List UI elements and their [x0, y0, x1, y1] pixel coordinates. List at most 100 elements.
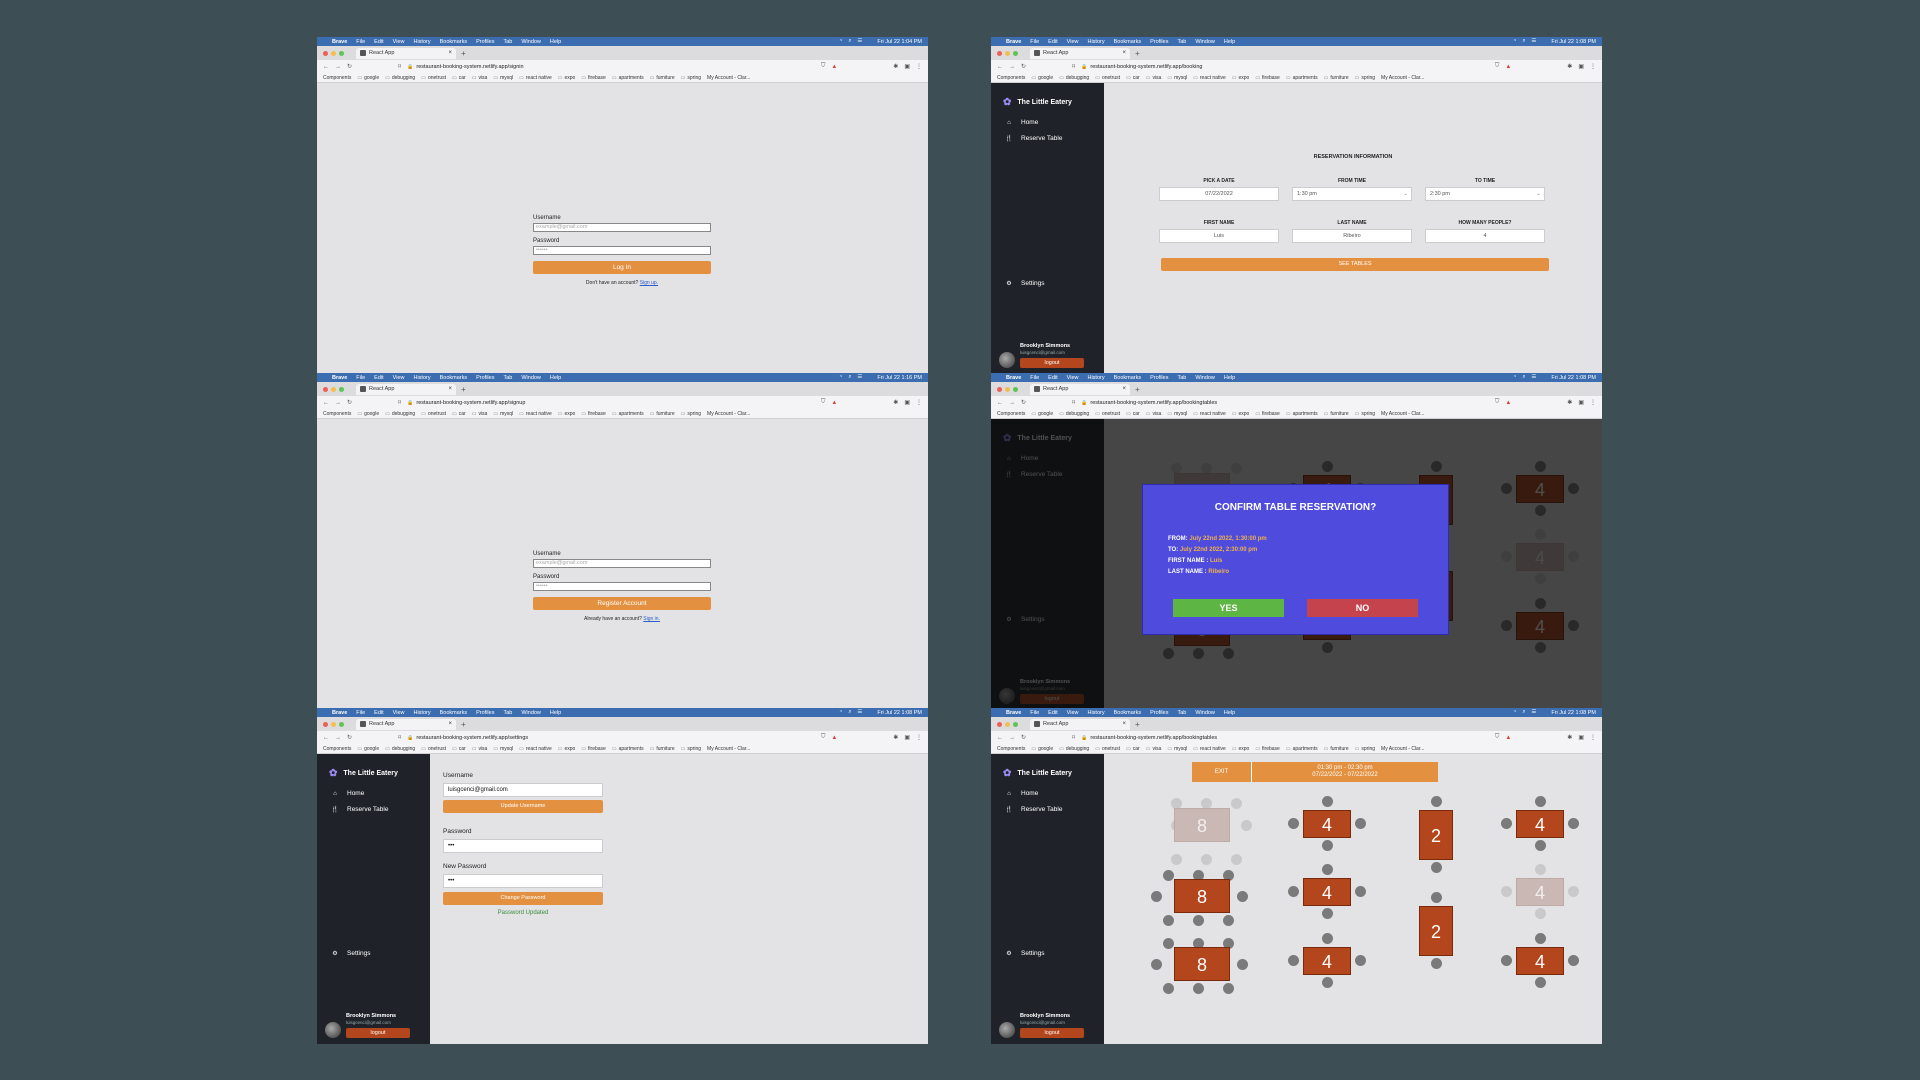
menu-file[interactable]: File: [1030, 710, 1039, 716]
change-password-button[interactable]: Change Password: [443, 892, 603, 905]
menu-help[interactable]: Help: [550, 375, 561, 381]
menu-edit[interactable]: Edit: [374, 710, 383, 716]
username-input[interactable]: example@gmail.com: [533, 559, 711, 568]
address-bar[interactable]: 🔒 restaurant-booking-system.netlify.app/s…: [407, 398, 815, 407]
login-button[interactable]: Log In: [533, 261, 711, 274]
bookmark-page-icon[interactable]: ⌑: [1072, 399, 1075, 406]
menu-edit[interactable]: Edit: [1048, 39, 1057, 45]
address-bar[interactable]: 🔒 restaurant-booking-system.netlify.app/s…: [407, 62, 815, 71]
sidebar-item-reserve-table[interactable]: 🍴 Reserve Table: [1005, 135, 1062, 142]
control-center-icon[interactable]: ☰: [857, 38, 862, 45]
restaurant-table[interactable]: 8: [1174, 947, 1230, 981]
extensions-icon[interactable]: ✱: [893, 63, 898, 70]
bookmark-folder[interactable]: mysql: [1167, 746, 1187, 752]
bookmark-folder[interactable]: car: [1126, 411, 1140, 417]
menu-history[interactable]: History: [1087, 710, 1104, 716]
back-icon[interactable]: ←: [323, 735, 329, 741]
menu-bookmarks[interactable]: Bookmarks: [1114, 710, 1142, 716]
menu-bookmarks[interactable]: Bookmarks: [1114, 39, 1142, 45]
bookmark-folder[interactable]: debugging: [385, 75, 415, 81]
menu-icon[interactable]: ⋮: [1590, 399, 1596, 406]
bookmark-folder[interactable]: onetrust: [1095, 75, 1120, 81]
people-input[interactable]: 4: [1425, 229, 1545, 243]
rewards-icon[interactable]: ▲: [831, 64, 837, 70]
wallet-icon[interactable]: ▣: [904, 63, 910, 70]
menu-window[interactable]: Window: [1195, 375, 1215, 381]
search-icon[interactable]: ⌕: [848, 38, 851, 45]
bookmark-folder[interactable]: debugging: [385, 746, 415, 752]
new-tab-icon[interactable]: +: [1135, 720, 1140, 729]
menu-help[interactable]: Help: [1224, 710, 1235, 716]
shields-icon[interactable]: ⛉: [821, 734, 826, 741]
rewards-icon[interactable]: ▲: [1505, 64, 1511, 70]
menu-file[interactable]: File: [356, 39, 365, 45]
menu-history[interactable]: History: [413, 375, 430, 381]
search-icon[interactable]: ⌕: [848, 709, 851, 716]
bookmark-folder[interactable]: firebase: [581, 746, 606, 752]
close-tab-icon[interactable]: ×: [448, 386, 452, 392]
close-tab-icon[interactable]: ×: [448, 50, 452, 56]
browser-tab[interactable]: React App ×: [356, 718, 456, 730]
reload-icon[interactable]: ↻: [347, 63, 352, 70]
bookmark-folder[interactable]: google: [357, 746, 379, 752]
menu-profiles[interactable]: Profiles: [1150, 39, 1168, 45]
bookmark-my-account[interactable]: My Account - Clar...: [1381, 411, 1424, 417]
zoom-window-button[interactable]: [339, 50, 344, 56]
menu-edit[interactable]: Edit: [374, 375, 383, 381]
new-tab-icon[interactable]: +: [461, 49, 466, 58]
menu-icon[interactable]: ⋮: [916, 63, 922, 70]
forward-icon[interactable]: →: [335, 735, 341, 741]
zoom-window-button[interactable]: [339, 721, 344, 727]
close-tab-icon[interactable]: ×: [1122, 50, 1126, 56]
bookmark-folder[interactable]: furniture: [1324, 75, 1348, 81]
menu-history[interactable]: History: [413, 39, 430, 45]
bookmark-folder[interactable]: furniture: [1324, 411, 1348, 417]
menu-profiles[interactable]: Profiles: [1150, 710, 1168, 716]
browser-tab[interactable]: React App ×: [1030, 47, 1130, 59]
register-button[interactable]: Register Account: [533, 597, 711, 610]
search-icon[interactable]: ⌕: [1522, 374, 1525, 381]
date-input[interactable]: 07/22/2022: [1159, 187, 1279, 201]
forward-icon[interactable]: →: [1009, 64, 1015, 70]
menu-file[interactable]: File: [356, 375, 365, 381]
forward-icon[interactable]: →: [335, 400, 341, 406]
menu-icon[interactable]: ⋮: [1590, 63, 1596, 70]
restaurant-table[interactable]: 4: [1516, 947, 1564, 975]
bookmark-folder[interactable]: apartments: [612, 411, 644, 417]
bookmark-folder[interactable]: mysql: [493, 411, 513, 417]
menu-view[interactable]: View: [393, 39, 405, 45]
sidebar-item-settings[interactable]: ⚙ Settings: [1005, 280, 1044, 287]
close-window-button[interactable]: [323, 386, 328, 392]
bookmark-components[interactable]: Components: [323, 411, 351, 417]
reload-icon[interactable]: ↻: [1021, 63, 1026, 70]
bookmark-folder[interactable]: mysql: [493, 75, 513, 81]
to-time-select[interactable]: 2:30 pm ⌄: [1425, 187, 1545, 201]
minimize-window-button[interactable]: [331, 386, 336, 392]
menu-profiles[interactable]: Profiles: [476, 39, 494, 45]
yes-button[interactable]: YES: [1173, 599, 1284, 617]
bookmark-folder[interactable]: apartments: [1286, 411, 1318, 417]
bookmark-folder[interactable]: expo: [558, 411, 575, 417]
bookmark-folder[interactable]: visa: [472, 746, 487, 752]
bookmark-folder[interactable]: spring: [681, 411, 701, 417]
bookmark-folder[interactable]: react native: [519, 746, 552, 752]
bookmark-page-icon[interactable]: ⌑: [398, 63, 401, 70]
shields-icon[interactable]: ⛉: [1495, 399, 1500, 406]
menu-clock[interactable]: Fri Jul 22 1:08 PM: [1551, 39, 1596, 45]
browser-tab[interactable]: React App ×: [1030, 383, 1130, 395]
bookmark-folder[interactable]: react native: [1193, 746, 1226, 752]
bookmark-folder[interactable]: onetrust: [421, 75, 446, 81]
bookmark-page-icon[interactable]: ⌑: [1072, 734, 1075, 741]
bookmark-folder[interactable]: react native: [1193, 75, 1226, 81]
bookmark-folder[interactable]: onetrust: [421, 411, 446, 417]
bookmark-folder[interactable]: debugging: [385, 411, 415, 417]
extensions-icon[interactable]: ✱: [1567, 734, 1572, 741]
wifi-icon[interactable]: ◔: [839, 709, 842, 716]
restaurant-table[interactable]: 2: [1419, 906, 1453, 956]
new-tab-icon[interactable]: +: [1135, 385, 1140, 394]
bookmark-components[interactable]: Components: [997, 75, 1025, 81]
wifi-icon[interactable]: ◔: [839, 38, 842, 45]
bookmark-components[interactable]: Components: [997, 746, 1025, 752]
wallet-icon[interactable]: ▣: [1578, 399, 1584, 406]
control-center-icon[interactable]: ☰: [1531, 38, 1536, 45]
